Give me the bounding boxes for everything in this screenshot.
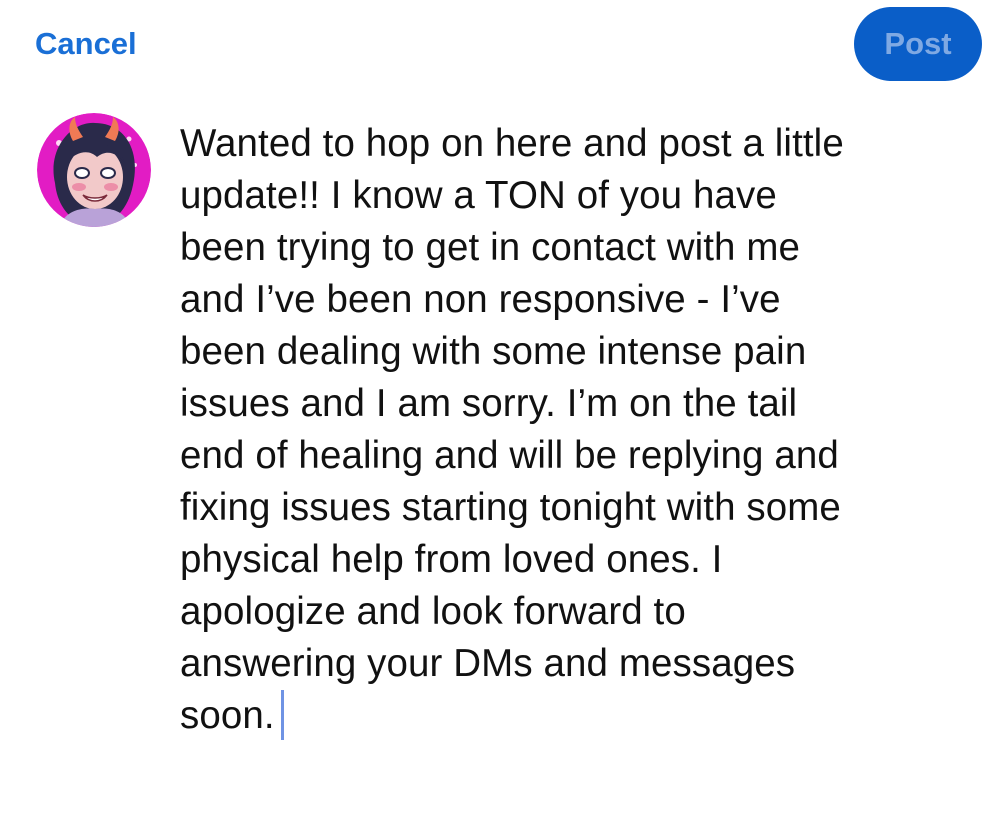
post-button[interactable]: Post [854,7,982,81]
text-cursor [280,690,284,740]
post-text-line: end of healing and will be replying and [180,434,839,477]
compose-header: Cancel Post [0,0,1000,90]
post-text-line: issues and I am sorry. I’m on the tail [180,382,798,425]
post-text-line: soon. [180,694,275,737]
post-text-content[interactable]: Wanted to hop on here and post a little … [180,118,980,742]
post-compose-field[interactable]: Wanted to hop on here and post a little … [180,118,980,742]
post-text-line: been dealing with some intense pain [180,330,807,373]
post-text-line: fixing issues starting tonight with some [180,486,841,529]
post-text-line: physical help from loved ones. I [180,538,723,581]
avatar[interactable] [37,113,151,227]
post-text-line: Wanted to hop on here and post a little [180,122,844,165]
cancel-button[interactable]: Cancel [35,22,137,66]
avatar-illustration [37,113,151,227]
post-text-line: been trying to get in contact with me [180,226,801,269]
post-text-line: answering your DMs and messages [180,642,796,685]
post-text-line: update!! I know a TON of you have [180,174,777,217]
post-text-line: apologize and look forward to [180,590,686,633]
post-text-line: and I’ve been non responsive - I’ve [180,278,781,321]
